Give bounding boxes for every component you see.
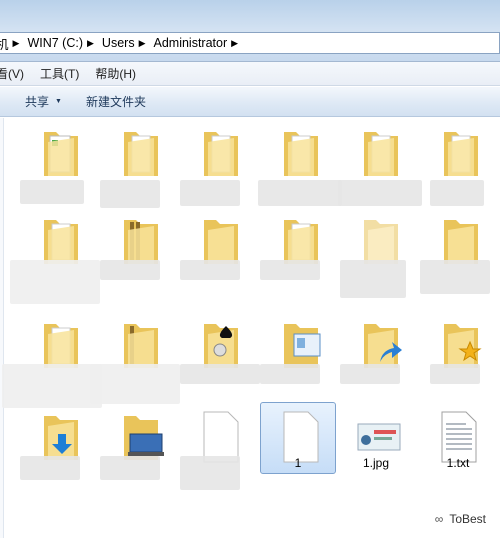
folder-item[interactable] [420,124,500,224]
folder-item[interactable] [420,212,500,312]
folder-item[interactable] [260,212,340,312]
navigation-pane-edge [0,118,4,538]
file-item-1[interactable]: 1 [260,402,342,508]
breadcrumb-administrator[interactable]: Administrator [148,36,232,50]
folder-item[interactable] [100,124,180,224]
share-label: 共享 [25,95,50,109]
dropdown-arrow-icon: ▼ [55,98,62,105]
redacted-label [100,456,160,480]
redacted-label [420,260,490,294]
address-bar: 机 ▶ WIN7 (C:) ▶ Users ▶ Administrator ▶ [0,0,500,62]
redacted-label [340,260,406,298]
redacted-label [180,364,260,384]
file-list: 1 1.jpg 1.txt ∞ ToBest [0,118,500,538]
breadcrumb-computer[interactable]: 机 [0,34,13,53]
file-item-1-jpg[interactable]: 1.jpg [336,408,416,508]
redacted-label [430,364,480,384]
redacted-label [258,180,342,206]
folder-item[interactable] [90,316,180,416]
chevron-right-icon[interactable]: ▶ [139,38,148,49]
folder-icon [444,132,478,176]
folder-item[interactable] [20,124,100,224]
redacted-label [180,180,240,206]
favorites-folder-item[interactable] [420,316,500,416]
file-item-1-txt[interactable]: 1.txt [418,408,498,508]
redacted-label [100,180,160,208]
breadcrumb-users[interactable]: Users [96,36,139,50]
watermark: ∞ ToBest [435,512,486,526]
chevron-right-icon[interactable]: ▶ [87,38,96,49]
menu-help[interactable]: 帮助(H) [87,65,144,82]
file-name: 1.txt [446,456,470,470]
command-bar: 共享 ▼ 新建文件夹 [0,87,500,117]
redacted-label [100,260,160,280]
file-name: 1.jpg [362,456,390,470]
redacted-label [180,260,240,280]
new-folder-button[interactable]: 新建文件夹 [78,93,154,110]
menu-bar: 看(V) 工具(T) 帮助(H) [0,62,500,86]
links-folder-item[interactable] [340,316,420,416]
menu-tools[interactable]: 工具(T) [32,65,87,82]
folder-item[interactable] [10,212,100,312]
folder-item[interactable] [180,124,260,224]
folder-item[interactable] [180,212,260,312]
folder-icon [124,132,158,176]
redacted-label [430,180,484,206]
chevron-right-icon[interactable]: ▶ [13,38,22,49]
folder-item[interactable] [338,124,422,224]
folder-icon [284,132,318,176]
folder-item[interactable] [258,124,342,224]
watermark-text: ToBest [449,512,486,526]
games-folder-item[interactable] [180,316,260,416]
file-name: 1 [294,456,302,470]
file-item[interactable] [180,408,260,508]
chevron-right-icon[interactable]: ▶ [231,38,240,49]
folder-item[interactable] [100,212,180,312]
redacted-label [10,260,100,304]
breadcrumb[interactable]: 机 ▶ WIN7 (C:) ▶ Users ▶ Administrator ▶ [0,32,500,54]
folder-item[interactable] [2,316,102,416]
redacted-label [20,180,84,204]
redacted-label [260,364,320,384]
folder-icon [204,132,238,176]
redacted-label [90,364,180,404]
redacted-label [340,364,400,384]
redacted-label [2,364,102,408]
folder-icon [364,132,398,176]
redacted-label [20,456,80,480]
share-button[interactable]: 共享 ▼ [17,93,78,110]
breadcrumb-drive-c[interactable]: WIN7 (C:) [21,36,87,50]
desktop-folder-item[interactable] [100,408,180,508]
contacts-folder-item[interactable] [260,316,340,416]
redacted-label [338,180,422,206]
folder-item[interactable] [340,212,420,312]
menu-view[interactable]: 看(V) [0,65,32,82]
redacted-label [260,260,320,280]
redacted-label [180,456,240,490]
downloads-folder-item[interactable] [20,408,100,508]
wechat-icon: ∞ [434,512,444,526]
folder-icon [44,132,78,176]
